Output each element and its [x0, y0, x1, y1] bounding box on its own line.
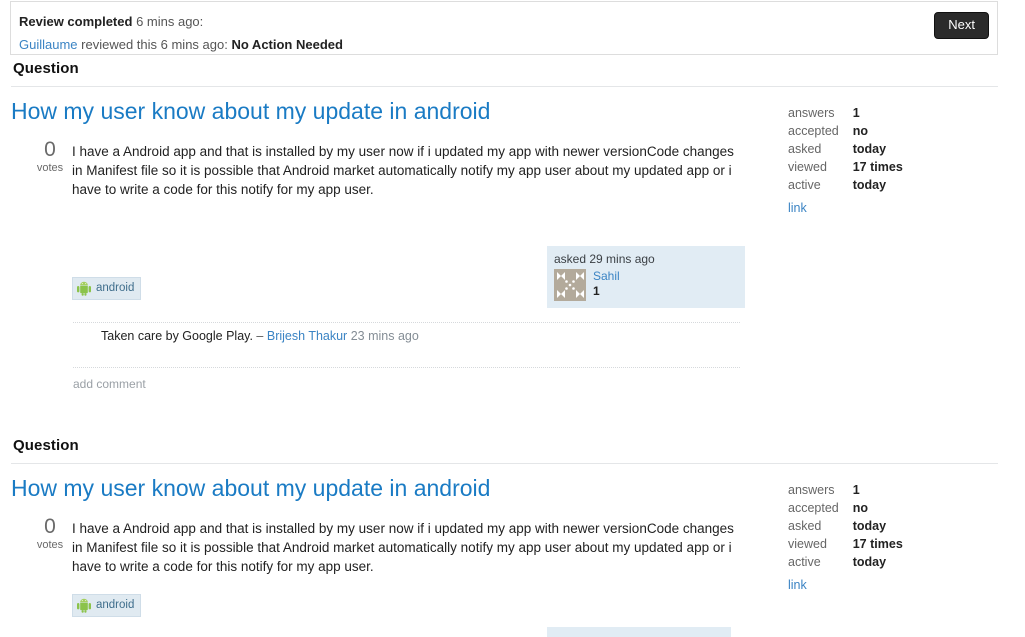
- stat-value: 1: [852, 483, 860, 497]
- stats-row: accepted no: [788, 124, 903, 142]
- stats-row: asked today: [788, 142, 903, 160]
- tag-android[interactable]: android: [72, 277, 142, 300]
- comment-dash: –: [256, 329, 264, 343]
- asker-card-partial: [547, 627, 731, 637]
- review-outcome: No Action Needed: [231, 37, 343, 52]
- question-title-link[interactable]: How my user know about my update in andr…: [11, 98, 490, 125]
- stat-key: accepted: [788, 501, 839, 515]
- stats-row: accepted no: [788, 501, 903, 519]
- stat-key: answers: [788, 483, 835, 497]
- question-body: I have a Android app and that is install…: [72, 521, 734, 574]
- add-comment-button[interactable]: add comment: [73, 377, 146, 391]
- question-stats: answers 1 accepted no asked today viewed…: [788, 106, 903, 219]
- question-link[interactable]: link: [788, 578, 807, 592]
- comment-divider-top: [73, 322, 740, 323]
- stats-table: answers 1 accepted no asked today viewed…: [788, 106, 903, 219]
- asked-time: asked 29 mins ago: [554, 252, 655, 266]
- next-button[interactable]: Next: [934, 12, 989, 39]
- stats-link-cell: link: [788, 196, 903, 219]
- tag-android[interactable]: android: [72, 594, 142, 617]
- section-divider: [11, 463, 998, 464]
- comment-item: Taken care by Google Play. – Brijesh Tha…: [101, 329, 419, 343]
- stats-link-cell: link: [788, 573, 903, 596]
- stats-table: answers 1 accepted no asked today viewed…: [788, 483, 903, 596]
- stats-row: viewed 17 times: [788, 160, 903, 178]
- stats-row: active today: [788, 555, 903, 573]
- stats-row: answers 1: [788, 483, 903, 501]
- stat-value: 1: [852, 106, 860, 120]
- stat-key: active: [788, 178, 821, 192]
- stats-row: asked today: [788, 519, 903, 537]
- stats-link-row: link: [788, 196, 903, 219]
- review-banner: Review completed 6 mins ago: Guillaume r…: [10, 1, 998, 55]
- section-divider: [11, 86, 998, 87]
- vote-count: 0 votes: [30, 516, 70, 552]
- review-status-line: Review completed 6 mins ago:: [19, 14, 203, 29]
- asker-reputation: 1: [593, 284, 600, 298]
- vote-number: 0: [44, 138, 56, 161]
- question-body: I have a Android app and that is install…: [72, 144, 734, 197]
- question-title-link[interactable]: How my user know about my update in andr…: [11, 475, 490, 502]
- vote-label: votes: [36, 539, 64, 551]
- vote-count: 0 votes: [30, 139, 70, 175]
- tag-label: android: [96, 598, 135, 611]
- section-heading: Question: [13, 60, 79, 77]
- vote-number: 0: [44, 515, 56, 538]
- stat-key: asked: [788, 519, 822, 533]
- stat-value: 17 times: [852, 160, 903, 174]
- review-detail-line: Guillaume reviewed this 6 mins ago: No A…: [19, 37, 343, 52]
- stat-key: viewed: [788, 537, 827, 551]
- stat-value: today: [852, 142, 887, 156]
- review-status-time: 6 mins ago:: [136, 14, 204, 29]
- reviewed-text: reviewed this 6 mins ago:: [81, 37, 228, 52]
- comment-text: Taken care by Google Play.: [101, 329, 253, 343]
- asker-identity: Sahil 1: [554, 269, 738, 301]
- stat-value: today: [852, 178, 887, 192]
- comment-author-link[interactable]: Brijesh Thakur: [267, 329, 347, 343]
- vote-label: votes: [36, 162, 64, 174]
- question-link[interactable]: link: [788, 201, 807, 215]
- review-status-label: Review completed: [19, 14, 133, 29]
- avatar: [554, 269, 586, 301]
- stat-key: active: [788, 555, 821, 569]
- stats-row: active today: [788, 178, 903, 196]
- comment-divider-bottom: [73, 367, 740, 368]
- android-icon: [76, 598, 92, 613]
- stat-key: answers: [788, 106, 835, 120]
- stats-row: viewed 17 times: [788, 537, 903, 555]
- stat-value: no: [852, 124, 869, 138]
- android-icon: [76, 281, 92, 296]
- section-heading: Question: [13, 437, 79, 454]
- stat-value: 17 times: [852, 537, 903, 551]
- asker-name-link[interactable]: Sahil: [593, 269, 620, 283]
- asker-card: asked 29 mins ago Sahil 1: [547, 246, 745, 308]
- stats-row: answers 1: [788, 106, 903, 124]
- stats-link-row: link: [788, 573, 903, 596]
- stat-key: accepted: [788, 124, 839, 138]
- stat-value: no: [852, 501, 869, 515]
- stat-key: viewed: [788, 160, 827, 174]
- question-stats: answers 1 accepted no asked today viewed…: [788, 483, 903, 596]
- stat-value: today: [852, 519, 887, 533]
- stat-value: today: [852, 555, 887, 569]
- reviewer-link[interactable]: Guillaume: [19, 37, 78, 52]
- tag-label: android: [96, 281, 135, 294]
- stat-key: asked: [788, 142, 822, 156]
- asker-meta: Sahil 1: [593, 269, 620, 299]
- comment-timestamp: 23 mins ago: [350, 329, 419, 343]
